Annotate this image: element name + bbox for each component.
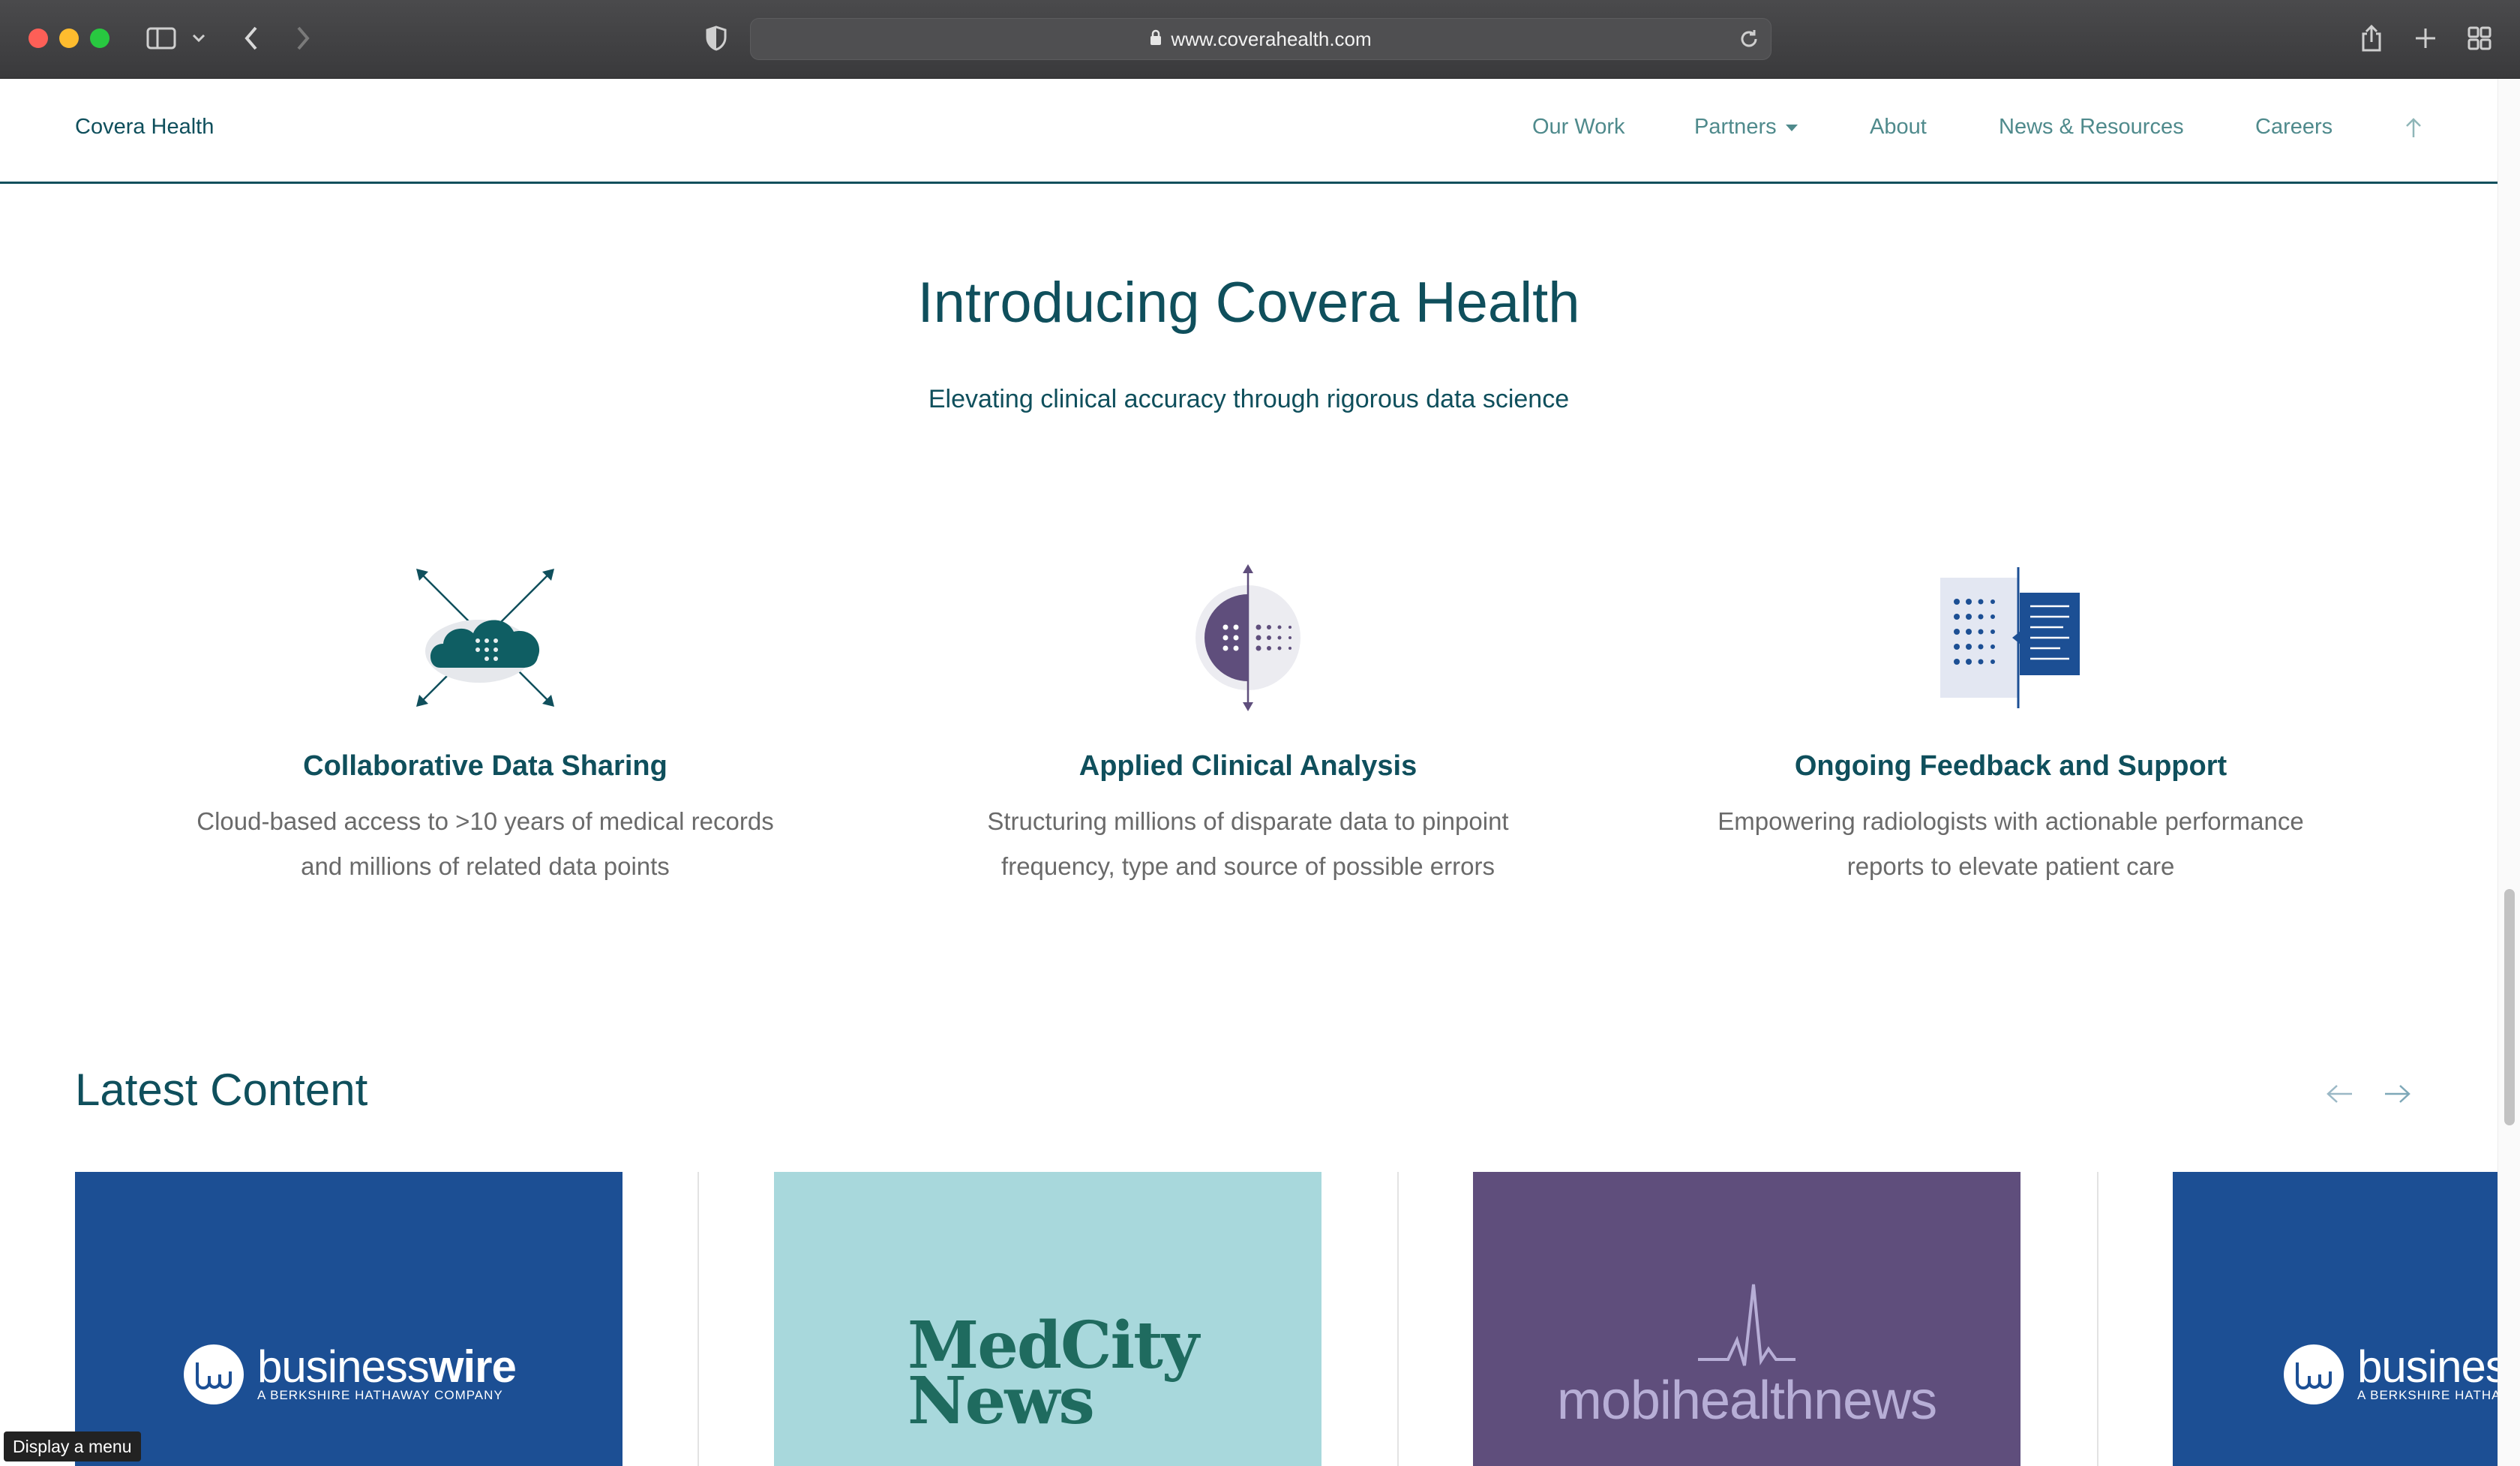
sidebar-toggle-icon[interactable] xyxy=(142,20,180,57)
feature-title: Collaborative Data Sharing xyxy=(303,750,668,782)
feature-title: Ongoing Feedback and Support xyxy=(1794,750,2228,782)
scrollbar-track[interactable] xyxy=(2498,79,2520,1466)
close-window-button[interactable] xyxy=(28,29,48,48)
nav-partners[interactable]: Partners xyxy=(1694,115,1798,140)
nav-news-resources[interactable]: News & Resources xyxy=(1999,115,2184,140)
nav-careers[interactable]: Careers xyxy=(2255,115,2332,140)
url-text: www.coverahealth.com xyxy=(1171,27,1372,50)
card-divider xyxy=(2097,1172,2098,1466)
nav-our-work[interactable]: Our Work xyxy=(1532,115,1625,140)
feature-description: Cloud-based access to >10 years of medic… xyxy=(196,807,774,880)
forward-button[interactable] xyxy=(288,20,318,57)
content-card-businesswire-2[interactable]: businesswire A BERKSHIRE HATHAWAY COMPAN… xyxy=(2173,1172,2498,1466)
feature-description: Empowering radiologists with actionable … xyxy=(1718,807,2304,880)
analysis-circle-icon xyxy=(1196,564,1300,711)
bw-wordmark: business xyxy=(257,1341,430,1392)
feature-description: Structuring millions of disparate data t… xyxy=(987,807,1509,880)
feature-data-sharing: Collaborative Data Sharing Cloud-based a… xyxy=(148,563,823,889)
chevron-down-icon[interactable] xyxy=(189,20,208,57)
nav-about[interactable]: About xyxy=(1870,115,1927,140)
reload-icon[interactable] xyxy=(1738,28,1760,53)
carousel-prev-button[interactable] xyxy=(2319,1073,2361,1115)
content-card-mobihealthnews[interactable]: mobihealthnews xyxy=(1473,1172,2020,1466)
medcity-logo: MedCity News xyxy=(908,1314,1199,1434)
businesswire-logo: businesswire A BERKSHIRE HATHAWAY COMPAN… xyxy=(2284,1344,2498,1404)
feature-title: Applied Clinical Analysis xyxy=(1078,750,1418,782)
content-card-medcity[interactable]: MedCity News xyxy=(774,1172,1322,1466)
report-document-icon xyxy=(1940,567,2080,708)
menu-tooltip: Display a menu xyxy=(4,1431,141,1461)
mobihealthnews-wordmark: mobihealthnews xyxy=(1556,1371,1937,1431)
intro-title: Introducing Covera Health xyxy=(917,271,1580,335)
arrow-left-icon xyxy=(2326,1085,2352,1103)
bw-wordmark: business xyxy=(2357,1341,2498,1392)
share-icon[interactable] xyxy=(2355,20,2388,57)
heartbeat-icon xyxy=(1698,1284,1796,1366)
bw-tagline: A BERKSHIRE HATHAWAY COMPANY xyxy=(257,1388,503,1402)
card-divider xyxy=(698,1172,699,1466)
zoom-window-button[interactable] xyxy=(90,29,110,48)
nav-partners-label: Partners xyxy=(1694,115,1777,139)
carousel-next-button[interactable] xyxy=(2376,1073,2418,1115)
tab-overview-icon[interactable] xyxy=(2463,20,2496,57)
card-divider xyxy=(1397,1172,1399,1466)
caret-down-icon xyxy=(1785,124,1798,131)
scroll-top-arrow-icon[interactable] xyxy=(2404,116,2423,142)
mobihealthnews-logo: mobihealthnews xyxy=(1473,1277,2020,1431)
minimize-window-button[interactable] xyxy=(59,29,79,48)
scrollbar-thumb[interactable] xyxy=(2504,889,2515,1125)
feature-clinical-analysis: Applied Clinical Analysis Structuring mi… xyxy=(910,563,1586,889)
bw-tagline: A BERKSHIRE HATHAWAY COMPANY xyxy=(2357,1388,2498,1402)
arrow-right-icon xyxy=(2385,1085,2410,1103)
bw-circle-icon xyxy=(2284,1344,2344,1404)
site-header: Covera Health Our Work Partners About Ne… xyxy=(0,79,2498,184)
cloud-data-icon xyxy=(416,569,554,707)
bw-circle-icon xyxy=(184,1344,244,1404)
new-tab-icon[interactable] xyxy=(2409,20,2442,57)
intro-subtitle: Elevating clinical accuracy through rigo… xyxy=(928,385,1570,413)
feature-feedback-support: Ongoing Feedback and Support Empowering … xyxy=(1673,563,2348,889)
back-button[interactable] xyxy=(236,20,266,57)
privacy-shield-icon[interactable] xyxy=(701,20,731,57)
latest-content-title: Latest Content xyxy=(75,1065,368,1115)
businesswire-logo: businesswire A BERKSHIRE HATHAWAY COMPAN… xyxy=(184,1341,517,1404)
bw-wordmark-bold: wire xyxy=(428,1341,517,1392)
content-card-businesswire[interactable]: businesswire A BERKSHIRE HATHAWAY COMPAN… xyxy=(75,1172,622,1466)
address-bar[interactable]: www.coverahealth.com xyxy=(750,18,1772,60)
lock-icon xyxy=(1150,28,1162,51)
brand-logo-link[interactable]: Covera Health xyxy=(75,115,214,140)
browser-toolbar: www.coverahealth.com xyxy=(0,0,2520,79)
